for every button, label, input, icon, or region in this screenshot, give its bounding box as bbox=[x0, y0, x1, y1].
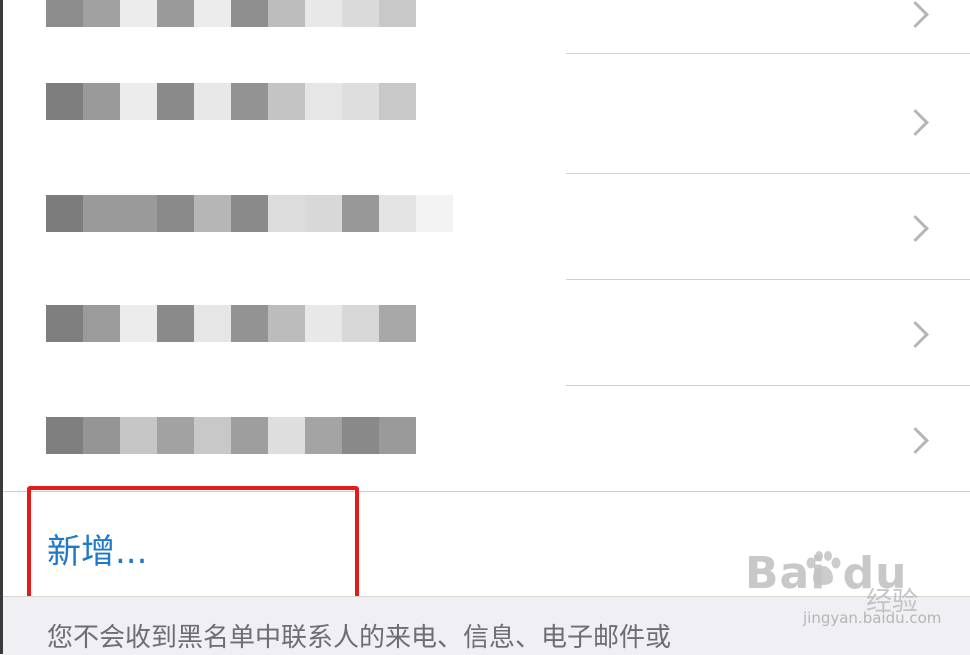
watermark-url: jingyan.baidu.com bbox=[803, 609, 942, 627]
pixel-block bbox=[268, 0, 305, 27]
contact-name-blurred bbox=[46, 305, 416, 342]
pixel-block bbox=[342, 83, 379, 120]
blocked-contact-row[interactable] bbox=[3, 386, 970, 492]
pixel-block bbox=[46, 83, 83, 120]
contact-name-blurred bbox=[46, 417, 416, 454]
pixel-block bbox=[83, 0, 120, 27]
pixel-block bbox=[231, 305, 268, 342]
pixel-block bbox=[379, 83, 416, 120]
pixel-block bbox=[305, 83, 342, 120]
contact-name-blurred bbox=[46, 83, 416, 120]
pixel-block bbox=[83, 305, 120, 342]
pixel-block bbox=[194, 305, 231, 342]
pixel-block bbox=[46, 305, 83, 342]
row-separator bbox=[566, 53, 970, 54]
pixel-block bbox=[120, 83, 157, 120]
chevron-right-icon bbox=[902, 215, 929, 242]
pixel-block bbox=[83, 417, 120, 454]
pixel-block bbox=[46, 0, 83, 27]
pixel-block bbox=[120, 417, 157, 454]
pixel-block bbox=[379, 305, 416, 342]
footer-description: 您不会收到黑名单中联系人的来电、信息、电子邮件或 bbox=[47, 623, 672, 653]
pixel-block bbox=[83, 195, 120, 232]
pixel-block bbox=[194, 0, 231, 27]
pixel-block bbox=[342, 195, 379, 232]
pixel-block bbox=[305, 305, 342, 342]
pixel-block bbox=[157, 83, 194, 120]
pixel-block bbox=[46, 417, 83, 454]
pixel-block bbox=[342, 0, 379, 27]
contact-name-blurred bbox=[46, 195, 453, 232]
pixel-block bbox=[46, 195, 83, 232]
pixel-block bbox=[268, 83, 305, 120]
pixel-block bbox=[379, 0, 416, 27]
blocked-contact-row[interactable] bbox=[3, 68, 970, 174]
blocked-contact-row[interactable] bbox=[3, 280, 970, 386]
chevron-right-icon bbox=[902, 1, 929, 28]
pixel-block bbox=[194, 195, 231, 232]
pixel-block bbox=[231, 83, 268, 120]
pixel-block bbox=[379, 417, 416, 454]
pixel-block bbox=[342, 417, 379, 454]
chevron-right-icon bbox=[902, 321, 929, 348]
pixel-block bbox=[231, 195, 268, 232]
pixel-block bbox=[305, 195, 342, 232]
pixel-block bbox=[157, 417, 194, 454]
pixel-block bbox=[120, 195, 157, 232]
pixel-block bbox=[83, 83, 120, 120]
pixel-block bbox=[268, 305, 305, 342]
baidu-paw-icon bbox=[806, 551, 841, 585]
contact-name-blurred bbox=[46, 0, 416, 27]
pixel-block bbox=[268, 417, 305, 454]
chevron-right-icon bbox=[902, 109, 929, 136]
pixel-block bbox=[194, 417, 231, 454]
pixel-block bbox=[231, 417, 268, 454]
chevron-right-icon bbox=[902, 427, 929, 454]
pixel-block bbox=[342, 305, 379, 342]
highlight-annotation bbox=[27, 486, 359, 600]
pixel-block bbox=[120, 0, 157, 27]
pixel-block bbox=[120, 305, 157, 342]
pixel-block bbox=[157, 195, 194, 232]
pixel-block bbox=[416, 195, 453, 232]
blocked-contact-row[interactable] bbox=[3, 0, 970, 54]
pixel-block bbox=[157, 305, 194, 342]
blocked-contact-row[interactable] bbox=[3, 174, 970, 280]
pixel-block bbox=[305, 417, 342, 454]
pixel-block bbox=[379, 195, 416, 232]
pixel-block bbox=[194, 83, 231, 120]
pixel-block bbox=[268, 195, 305, 232]
pixel-block bbox=[157, 0, 194, 27]
pixel-block bbox=[305, 0, 342, 27]
pixel-block bbox=[231, 0, 268, 27]
